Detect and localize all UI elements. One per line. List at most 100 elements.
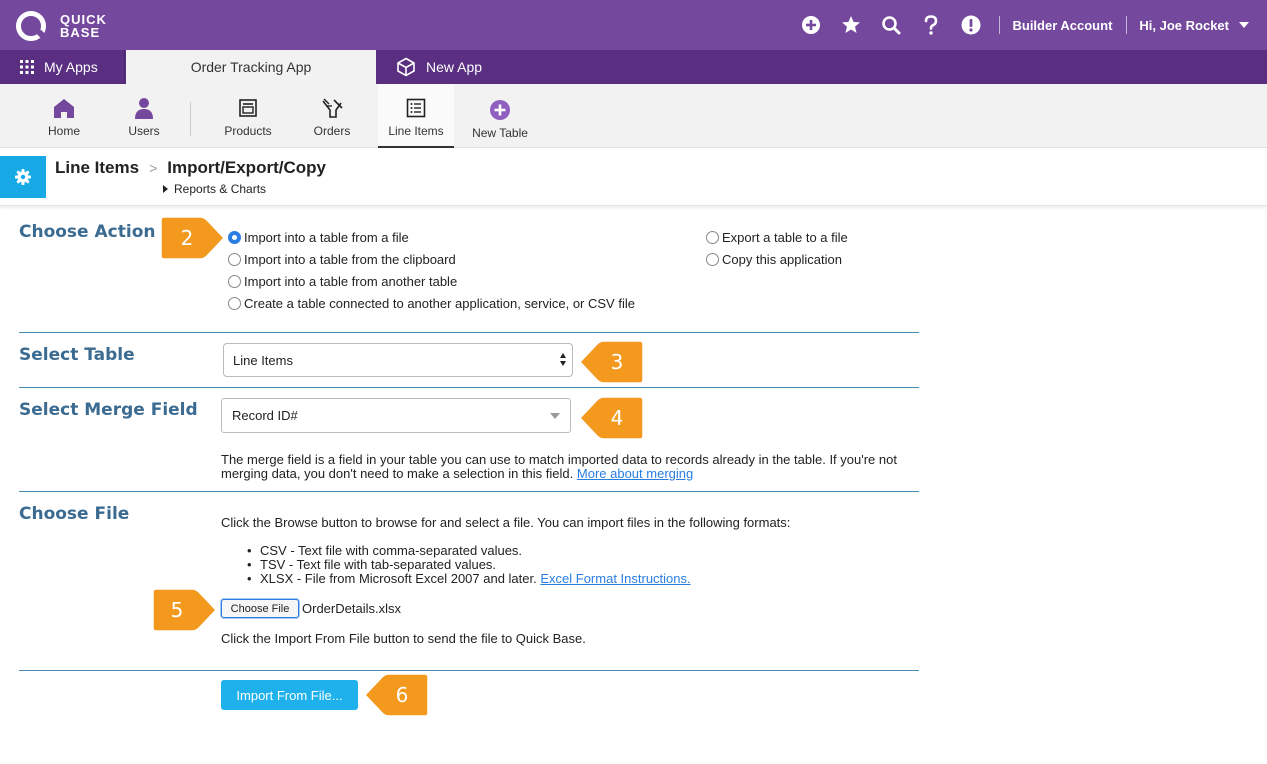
radio-icon bbox=[228, 253, 241, 266]
nav-orders-label: Orders bbox=[313, 124, 351, 138]
builder-account-link[interactable]: Builder Account bbox=[1012, 18, 1112, 33]
logo-text-line2: BASE bbox=[60, 25, 101, 40]
tab-my-apps-label: My Apps bbox=[44, 59, 98, 75]
callout-number: 3 bbox=[610, 350, 624, 374]
radio-import-table[interactable]: Import into a table from another table bbox=[228, 274, 457, 289]
more-about-merging-link[interactable]: More about merging bbox=[577, 466, 693, 481]
settings-button[interactable] bbox=[0, 156, 46, 198]
alert-icon[interactable] bbox=[960, 14, 982, 36]
nav-home[interactable]: Home bbox=[34, 84, 94, 148]
products-icon bbox=[238, 96, 258, 120]
tab-new-app[interactable]: New App bbox=[376, 50, 482, 84]
list-item: XLSX - File from Microsoft Excel 2007 an… bbox=[247, 571, 691, 587]
plus-circle-icon bbox=[489, 98, 511, 122]
nav-divider bbox=[190, 102, 191, 136]
radio-label: Create a table connected to another appl… bbox=[244, 296, 635, 311]
logo-mark-icon bbox=[16, 11, 46, 41]
app-tab-bar: My Apps Order Tracking App New App bbox=[0, 50, 1267, 84]
radio-import-file[interactable]: Import into a table from a file bbox=[228, 230, 409, 245]
callout-2: 2 bbox=[160, 216, 226, 260]
page-header: Line Items > Import/Export/Copy Reports … bbox=[0, 148, 1267, 206]
user-menu[interactable]: Hi, Joe Rocket bbox=[1139, 18, 1229, 33]
excel-format-link[interactable]: Excel Format Instructions. bbox=[540, 571, 690, 586]
select-arrows-icon bbox=[560, 353, 566, 366]
breadcrumb-parent[interactable]: Line Items bbox=[55, 158, 139, 178]
quickbase-logo[interactable]: QUICK BASE bbox=[16, 11, 107, 41]
nav-new-table-label: New Table bbox=[472, 126, 528, 140]
choose-action-title: Choose Action bbox=[19, 222, 156, 242]
divider bbox=[1126, 16, 1128, 34]
callout-4: 4 bbox=[578, 396, 644, 440]
import-from-file-button[interactable]: Import From File... bbox=[221, 680, 358, 710]
list-icon bbox=[406, 96, 426, 120]
merge-field-title: Select Merge Field bbox=[19, 400, 198, 420]
callout-5: 5 bbox=[152, 588, 218, 632]
table-select[interactable]: Line Items bbox=[223, 343, 573, 377]
nav-line-items[interactable]: Line Items bbox=[378, 84, 454, 148]
top-bar: QUICK BASE Builder Account Hi, Joe Rocke… bbox=[0, 0, 1267, 50]
nav-products-label: Products bbox=[224, 124, 272, 138]
radio-import-clipboard[interactable]: Import into a table from the clipboard bbox=[228, 252, 456, 267]
caret-right-icon bbox=[163, 185, 168, 193]
nav-orders[interactable]: Orders bbox=[302, 84, 362, 148]
radio-label: Import into a table from the clipboard bbox=[244, 252, 456, 267]
section-divider bbox=[19, 332, 919, 333]
nav-users[interactable]: Users bbox=[114, 84, 174, 148]
nav-home-label: Home bbox=[47, 124, 80, 138]
radio-label: Import into a table from another table bbox=[244, 274, 458, 289]
help-icon[interactable] bbox=[920, 14, 942, 36]
radio-icon bbox=[228, 275, 241, 288]
section-divider bbox=[19, 491, 919, 492]
choose-file-title: Choose File bbox=[19, 504, 130, 524]
chevron-down-icon[interactable] bbox=[1239, 22, 1249, 28]
callout-number: 6 bbox=[395, 683, 409, 707]
select-table-title: Select Table bbox=[19, 345, 135, 365]
nav-products[interactable]: Products bbox=[212, 84, 284, 148]
radio-create-connected-table[interactable]: Create a table connected to another appl… bbox=[228, 296, 635, 311]
tab-order-tracking-app[interactable]: Order Tracking App bbox=[126, 50, 376, 84]
merge-field-help: The merge field is a field in your table… bbox=[221, 453, 911, 481]
callout-number: 4 bbox=[610, 406, 624, 430]
nav-new-table[interactable]: New Table bbox=[466, 84, 534, 148]
radio-copy-application[interactable]: Copy this application bbox=[706, 252, 842, 267]
merge-field-select[interactable]: Record ID# bbox=[221, 398, 571, 433]
merge-help-text: The merge field is a field in your table… bbox=[221, 452, 897, 481]
user-icon bbox=[134, 96, 154, 120]
choose-file-button[interactable]: Choose File bbox=[221, 599, 299, 618]
radio-export-file[interactable]: Export a table to a file bbox=[706, 230, 848, 245]
radio-selected-icon bbox=[228, 231, 241, 244]
star-icon[interactable] bbox=[840, 14, 862, 36]
choose-file-outro: Click the Import From File button to sen… bbox=[221, 631, 586, 646]
radio-icon bbox=[706, 231, 719, 244]
add-icon[interactable] bbox=[800, 14, 822, 36]
choose-file-intro: Click the Browse button to browse for an… bbox=[221, 515, 791, 530]
divider bbox=[999, 16, 1001, 34]
callout-6: 6 bbox=[363, 673, 429, 717]
chevron-down-icon bbox=[550, 413, 560, 419]
orders-icon bbox=[320, 96, 344, 120]
table-nav: Home Users Products Orders Line Items Ne… bbox=[0, 84, 1267, 148]
nav-users-label: Users bbox=[128, 124, 160, 138]
section-divider bbox=[19, 387, 919, 388]
nav-line-items-label: Line Items bbox=[388, 124, 444, 138]
selected-filename: OrderDetails.xlsx bbox=[302, 601, 401, 616]
breadcrumb-separator-icon: > bbox=[149, 160, 158, 176]
cube-icon bbox=[396, 57, 416, 77]
search-icon[interactable] bbox=[880, 14, 902, 36]
reports-charts-label: Reports & Charts bbox=[174, 182, 267, 196]
gear-icon bbox=[15, 169, 31, 185]
callout-number: 2 bbox=[180, 226, 194, 250]
tab-new-app-label: New App bbox=[426, 59, 483, 75]
home-icon bbox=[53, 96, 75, 120]
radio-icon bbox=[228, 297, 241, 310]
section-divider bbox=[19, 670, 919, 671]
radio-label: Copy this application bbox=[722, 252, 842, 267]
format-list: CSV - Text file with comma-separated val… bbox=[247, 544, 691, 587]
merge-field-value: Record ID# bbox=[232, 408, 298, 423]
page-title: Import/Export/Copy bbox=[167, 158, 326, 177]
radio-icon bbox=[706, 253, 719, 266]
format-xlsx-text: XLSX - File from Microsoft Excel 2007 an… bbox=[260, 571, 537, 586]
tab-my-apps[interactable]: My Apps bbox=[0, 50, 125, 84]
reports-charts-toggle[interactable]: Reports & Charts bbox=[163, 182, 266, 196]
list-item: TSV - Text file with tab-separated value… bbox=[247, 558, 691, 573]
